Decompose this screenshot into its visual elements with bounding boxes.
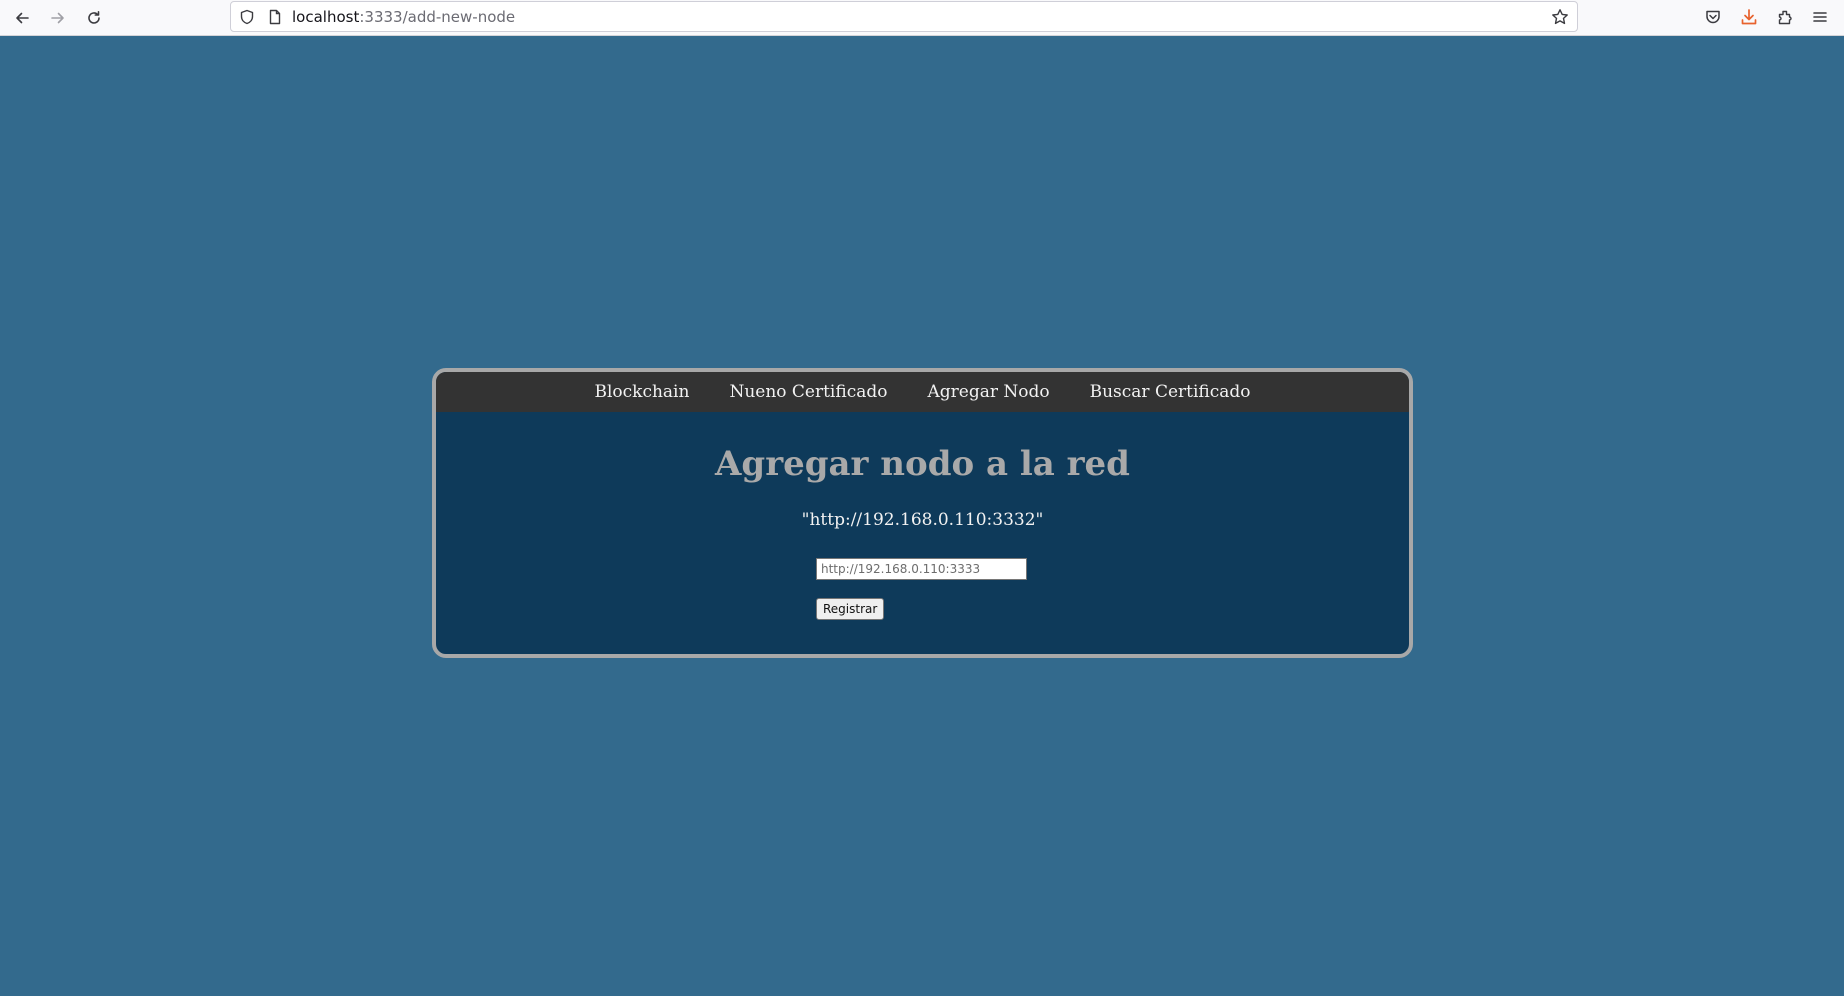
url-host: localhost xyxy=(292,8,360,26)
pocket-icon xyxy=(1706,10,1720,24)
bookmark-star-icon[interactable] xyxy=(1551,8,1569,26)
forward-icon xyxy=(51,12,64,24)
top-nav: Blockchain Nueno Certificado Agregar Nod… xyxy=(436,372,1409,412)
downloads-button[interactable] xyxy=(1740,8,1758,26)
pocket-button[interactable] xyxy=(1704,8,1722,26)
menu-button[interactable] xyxy=(1811,8,1829,26)
extensions-button[interactable] xyxy=(1776,8,1794,26)
nav-blockchain[interactable]: Blockchain xyxy=(594,382,689,402)
reload-icon xyxy=(88,11,100,24)
menu-icon xyxy=(1813,12,1827,22)
nav-agregar-nodo[interactable]: Agregar Nodo xyxy=(927,382,1049,402)
current-node-url: "http://192.168.0.110:3332" xyxy=(801,510,1044,530)
nav-buscar-certificado[interactable]: Buscar Certificado xyxy=(1090,382,1251,402)
url-text[interactable]: localhost:3333/add-new-node xyxy=(292,8,515,26)
add-node-form: Registrar xyxy=(816,558,1036,620)
forward-button[interactable] xyxy=(44,4,72,32)
register-button[interactable]: Registrar xyxy=(816,598,885,620)
page-icon[interactable] xyxy=(267,9,283,25)
back-button[interactable] xyxy=(8,4,36,32)
shield-icon[interactable] xyxy=(239,9,255,25)
main-card: Blockchain Nueno Certificado Agregar Nod… xyxy=(432,368,1413,658)
nav-nuevo-certificado[interactable]: Nueno Certificado xyxy=(729,382,887,402)
browser-toolbar: localhost:3333/add-new-node xyxy=(0,0,1844,36)
extensions-icon xyxy=(1778,10,1792,25)
reload-button[interactable] xyxy=(80,4,108,32)
page-title: Agregar nodo a la red xyxy=(715,444,1130,484)
address-bar[interactable]: localhost:3333/add-new-node xyxy=(230,1,1578,32)
url-path: :3333/add-new-node xyxy=(359,8,516,26)
back-icon xyxy=(16,12,29,24)
node-url-input[interactable] xyxy=(816,558,1027,580)
download-icon xyxy=(1741,9,1757,25)
